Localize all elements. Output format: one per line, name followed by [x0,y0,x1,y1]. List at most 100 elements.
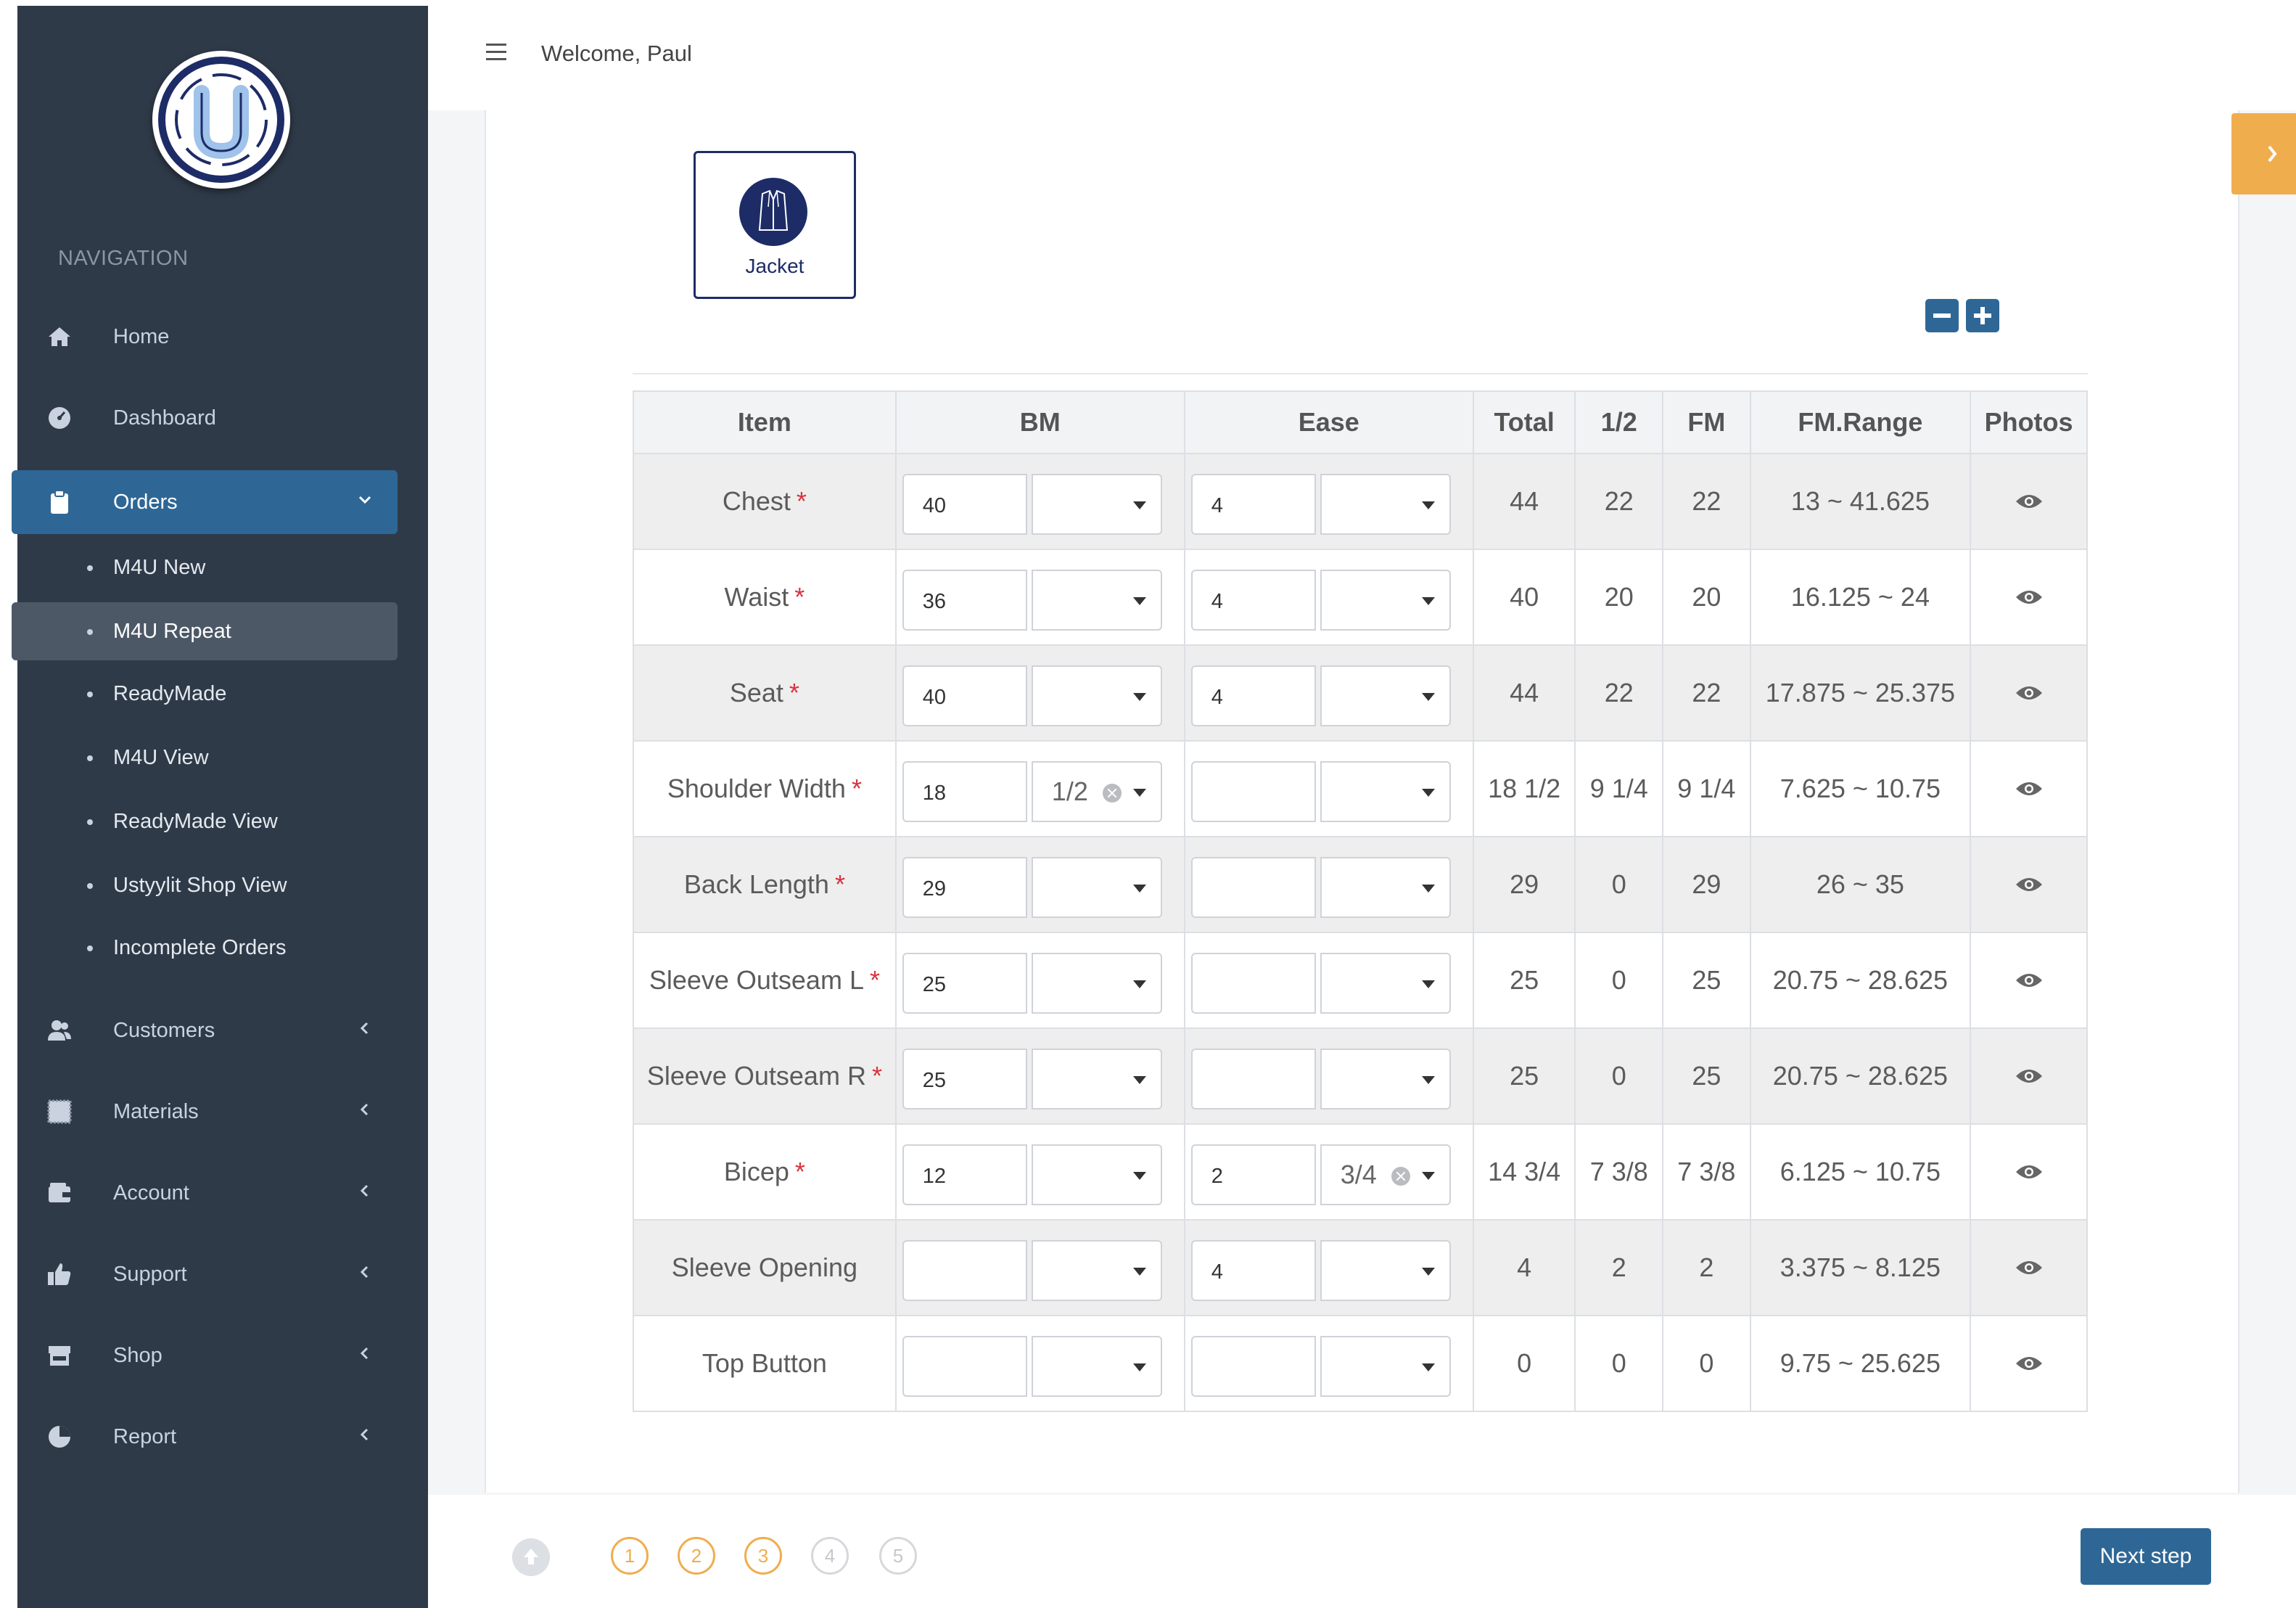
bullet-icon [87,629,93,635]
arrow-up-icon [524,1548,538,1564]
sidebar-item-m4u-view[interactable]: M4U View [12,729,398,787]
sub-label: Ustyylit Shop View [113,873,287,897]
ease-cell [1183,1027,1474,1125]
total-cell: 29 [1472,836,1576,933]
collapse-button[interactable] [1925,299,1959,332]
step-indicator-2[interactable]: 2 [678,1537,715,1575]
bm-input[interactable]: 29 [902,857,1027,918]
ease-fraction-select[interactable] [1320,570,1451,631]
garment-card-jacket[interactable]: Jacket [694,151,856,299]
ease-fraction-select[interactable] [1320,857,1451,918]
ease-fraction-select[interactable] [1320,665,1451,726]
ease-input[interactable]: 2 [1190,1144,1316,1205]
bm-input[interactable] [902,1336,1027,1397]
eye-icon[interactable] [2015,493,2044,510]
eye-icon[interactable] [2015,588,2044,606]
bm-fraction-select[interactable] [1031,953,1162,1014]
nav-item-customers[interactable]: Customers [12,998,398,1062]
ease-input[interactable] [1190,857,1316,918]
nav-item-home[interactable]: Home [12,305,398,369]
eye-icon[interactable] [2015,1355,2044,1372]
item-cell: Shoulder Width * [633,740,897,837]
shop-icon [49,1346,70,1366]
bm-input[interactable]: 36 [902,570,1027,631]
ease-input[interactable] [1190,953,1316,1014]
bm-input[interactable]: 40 [902,665,1027,726]
step-indicator-3[interactable]: 3 [744,1537,782,1575]
eye-icon[interactable] [2015,972,2044,989]
bm-fraction-select[interactable]: 1/2 [1031,761,1162,822]
sidebar-item-shop-view[interactable]: Ustyylit Shop View [12,856,398,914]
ease-input[interactable]: 4 [1190,1240,1316,1301]
step-indicator-5[interactable]: 5 [879,1537,917,1575]
eye-icon[interactable] [2015,1067,2044,1085]
step-indicator-1[interactable]: 1 [611,1537,649,1575]
half-cell: 22 [1574,453,1664,550]
sidebar-item-readymade-view[interactable]: ReadyMade View [12,792,398,850]
sidebar-item-m4u-repeat[interactable]: M4U Repeat [12,602,398,660]
pie-chart-icon [49,1426,70,1448]
expand-button[interactable] [1966,299,1999,332]
ease-fraction-select[interactable] [1320,1240,1451,1301]
ease-fraction-select[interactable]: 3/4 [1320,1144,1451,1205]
nav-item-report[interactable]: Report [12,1405,398,1469]
bm-fraction-select[interactable] [1031,857,1162,918]
bm-fraction-select[interactable] [1031,1336,1162,1397]
eye-icon[interactable] [2015,1163,2044,1181]
bm-input[interactable]: 25 [902,1049,1027,1109]
nav-item-shop[interactable]: Shop [12,1324,398,1387]
nav-item-dashboard[interactable]: Dashboard [12,386,398,450]
ease-fraction-select[interactable] [1320,761,1451,822]
bm-fraction-select[interactable] [1031,1240,1162,1301]
ease-cell: 4 [1183,549,1474,646]
bm-input[interactable] [902,1240,1027,1301]
bm-input[interactable]: 40 [902,474,1027,535]
clear-icon[interactable] [1102,784,1122,803]
required-marker: * [796,486,807,516]
sidebar-item-m4u-new[interactable]: M4U New [12,538,398,596]
clear-icon[interactable] [1391,1167,1410,1186]
sub-label: ReadyMade View [113,809,278,833]
item-cell: Sleeve Opening [633,1219,897,1316]
bm-cell: 25 [894,1027,1185,1125]
nav-item-support[interactable]: Support [12,1242,398,1306]
eye-icon[interactable] [2015,780,2044,797]
sidebar-item-readymade[interactable]: ReadyMade [12,665,398,723]
ease-fraction-select[interactable] [1320,1336,1451,1397]
bm-fraction-select[interactable] [1031,570,1162,631]
bm-input[interactable]: 25 [902,953,1027,1014]
bm-input[interactable]: 12 [902,1144,1027,1205]
ease-input[interactable] [1190,761,1316,822]
bm-fraction-select[interactable] [1031,665,1162,726]
brand-logo[interactable] [152,51,290,189]
eye-icon[interactable] [2015,876,2044,893]
nav-item-orders[interactable]: Orders [12,470,398,534]
eye-icon[interactable] [2015,1259,2044,1276]
ease-fraction-select[interactable] [1320,953,1451,1014]
bm-fraction-select[interactable] [1031,1049,1162,1109]
bm-input[interactable]: 18 [902,761,1027,822]
step-indicator-4[interactable]: 4 [811,1537,849,1575]
total-cell: 40 [1472,549,1576,646]
ease-input[interactable]: 4 [1190,474,1316,535]
ease-input[interactable] [1190,1336,1316,1397]
bm-fraction-select[interactable] [1031,474,1162,535]
bm-fraction-select[interactable] [1031,1144,1162,1205]
item-name: Seat [729,678,783,707]
hamburger-menu-icon[interactable] [486,44,506,61]
ease-input[interactable] [1190,1049,1316,1109]
next-step-button[interactable]: Next step [2081,1528,2211,1585]
eye-icon[interactable] [2015,684,2044,702]
sidebar-item-incomplete-orders[interactable]: Incomplete Orders [12,919,398,977]
ease-input[interactable]: 4 [1190,665,1316,726]
ease-fraction-select[interactable] [1320,1049,1451,1109]
nav-item-account[interactable]: Account [12,1161,398,1225]
ease-input[interactable]: 4 [1190,570,1316,631]
scroll-top-button[interactable] [512,1538,550,1576]
total-cell: 25 [1472,932,1576,1029]
nav-item-materials[interactable]: Materials [12,1080,398,1144]
side-panel-toggle[interactable] [2231,113,2296,194]
ease-fraction-select[interactable] [1320,474,1451,535]
fm-range-cell: 6.125 ~ 10.75 [1749,1123,1972,1221]
bullet-icon [87,883,93,889]
